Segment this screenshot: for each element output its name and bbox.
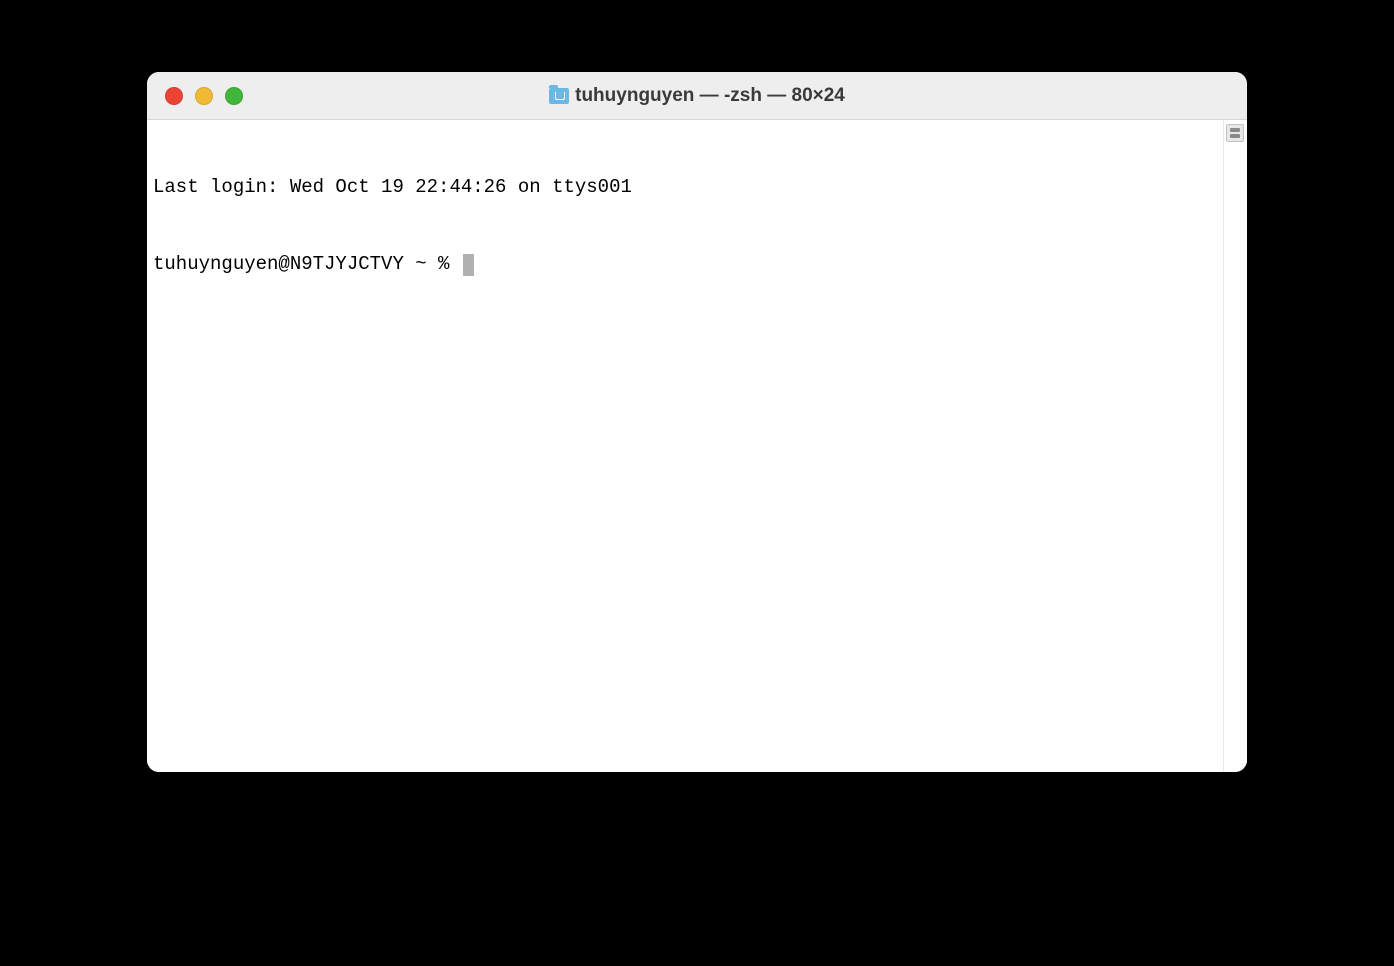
window-title-group: tuhuynguyen — -zsh — 80×24 <box>147 85 1247 107</box>
titlebar[interactable]: tuhuynguyen — -zsh — 80×24 <box>147 72 1247 120</box>
zoom-button[interactable] <box>225 87 243 105</box>
text-cursor <box>463 254 474 276</box>
prompt-line: tuhuynguyen@N9TJYJCTVY ~ % <box>153 252 1217 278</box>
shell-prompt: tuhuynguyen@N9TJYJCTVY ~ % <box>153 252 461 278</box>
window-title: tuhuynguyen — -zsh — 80×24 <box>575 85 845 107</box>
close-button[interactable] <box>165 87 183 105</box>
terminal-window: tuhuynguyen — -zsh — 80×24 Last login: W… <box>147 72 1247 772</box>
last-login-line: Last login: Wed Oct 19 22:44:26 on ttys0… <box>153 175 1217 201</box>
window-body: Last login: Wed Oct 19 22:44:26 on ttys0… <box>147 120 1247 772</box>
scrollbar-track[interactable] <box>1223 120 1247 772</box>
scroll-mode-icon[interactable] <box>1226 124 1244 142</box>
traffic-lights <box>147 87 243 105</box>
folder-home-icon <box>549 88 569 104</box>
minimize-button[interactable] <box>195 87 213 105</box>
terminal-viewport[interactable]: Last login: Wed Oct 19 22:44:26 on ttys0… <box>147 120 1223 772</box>
